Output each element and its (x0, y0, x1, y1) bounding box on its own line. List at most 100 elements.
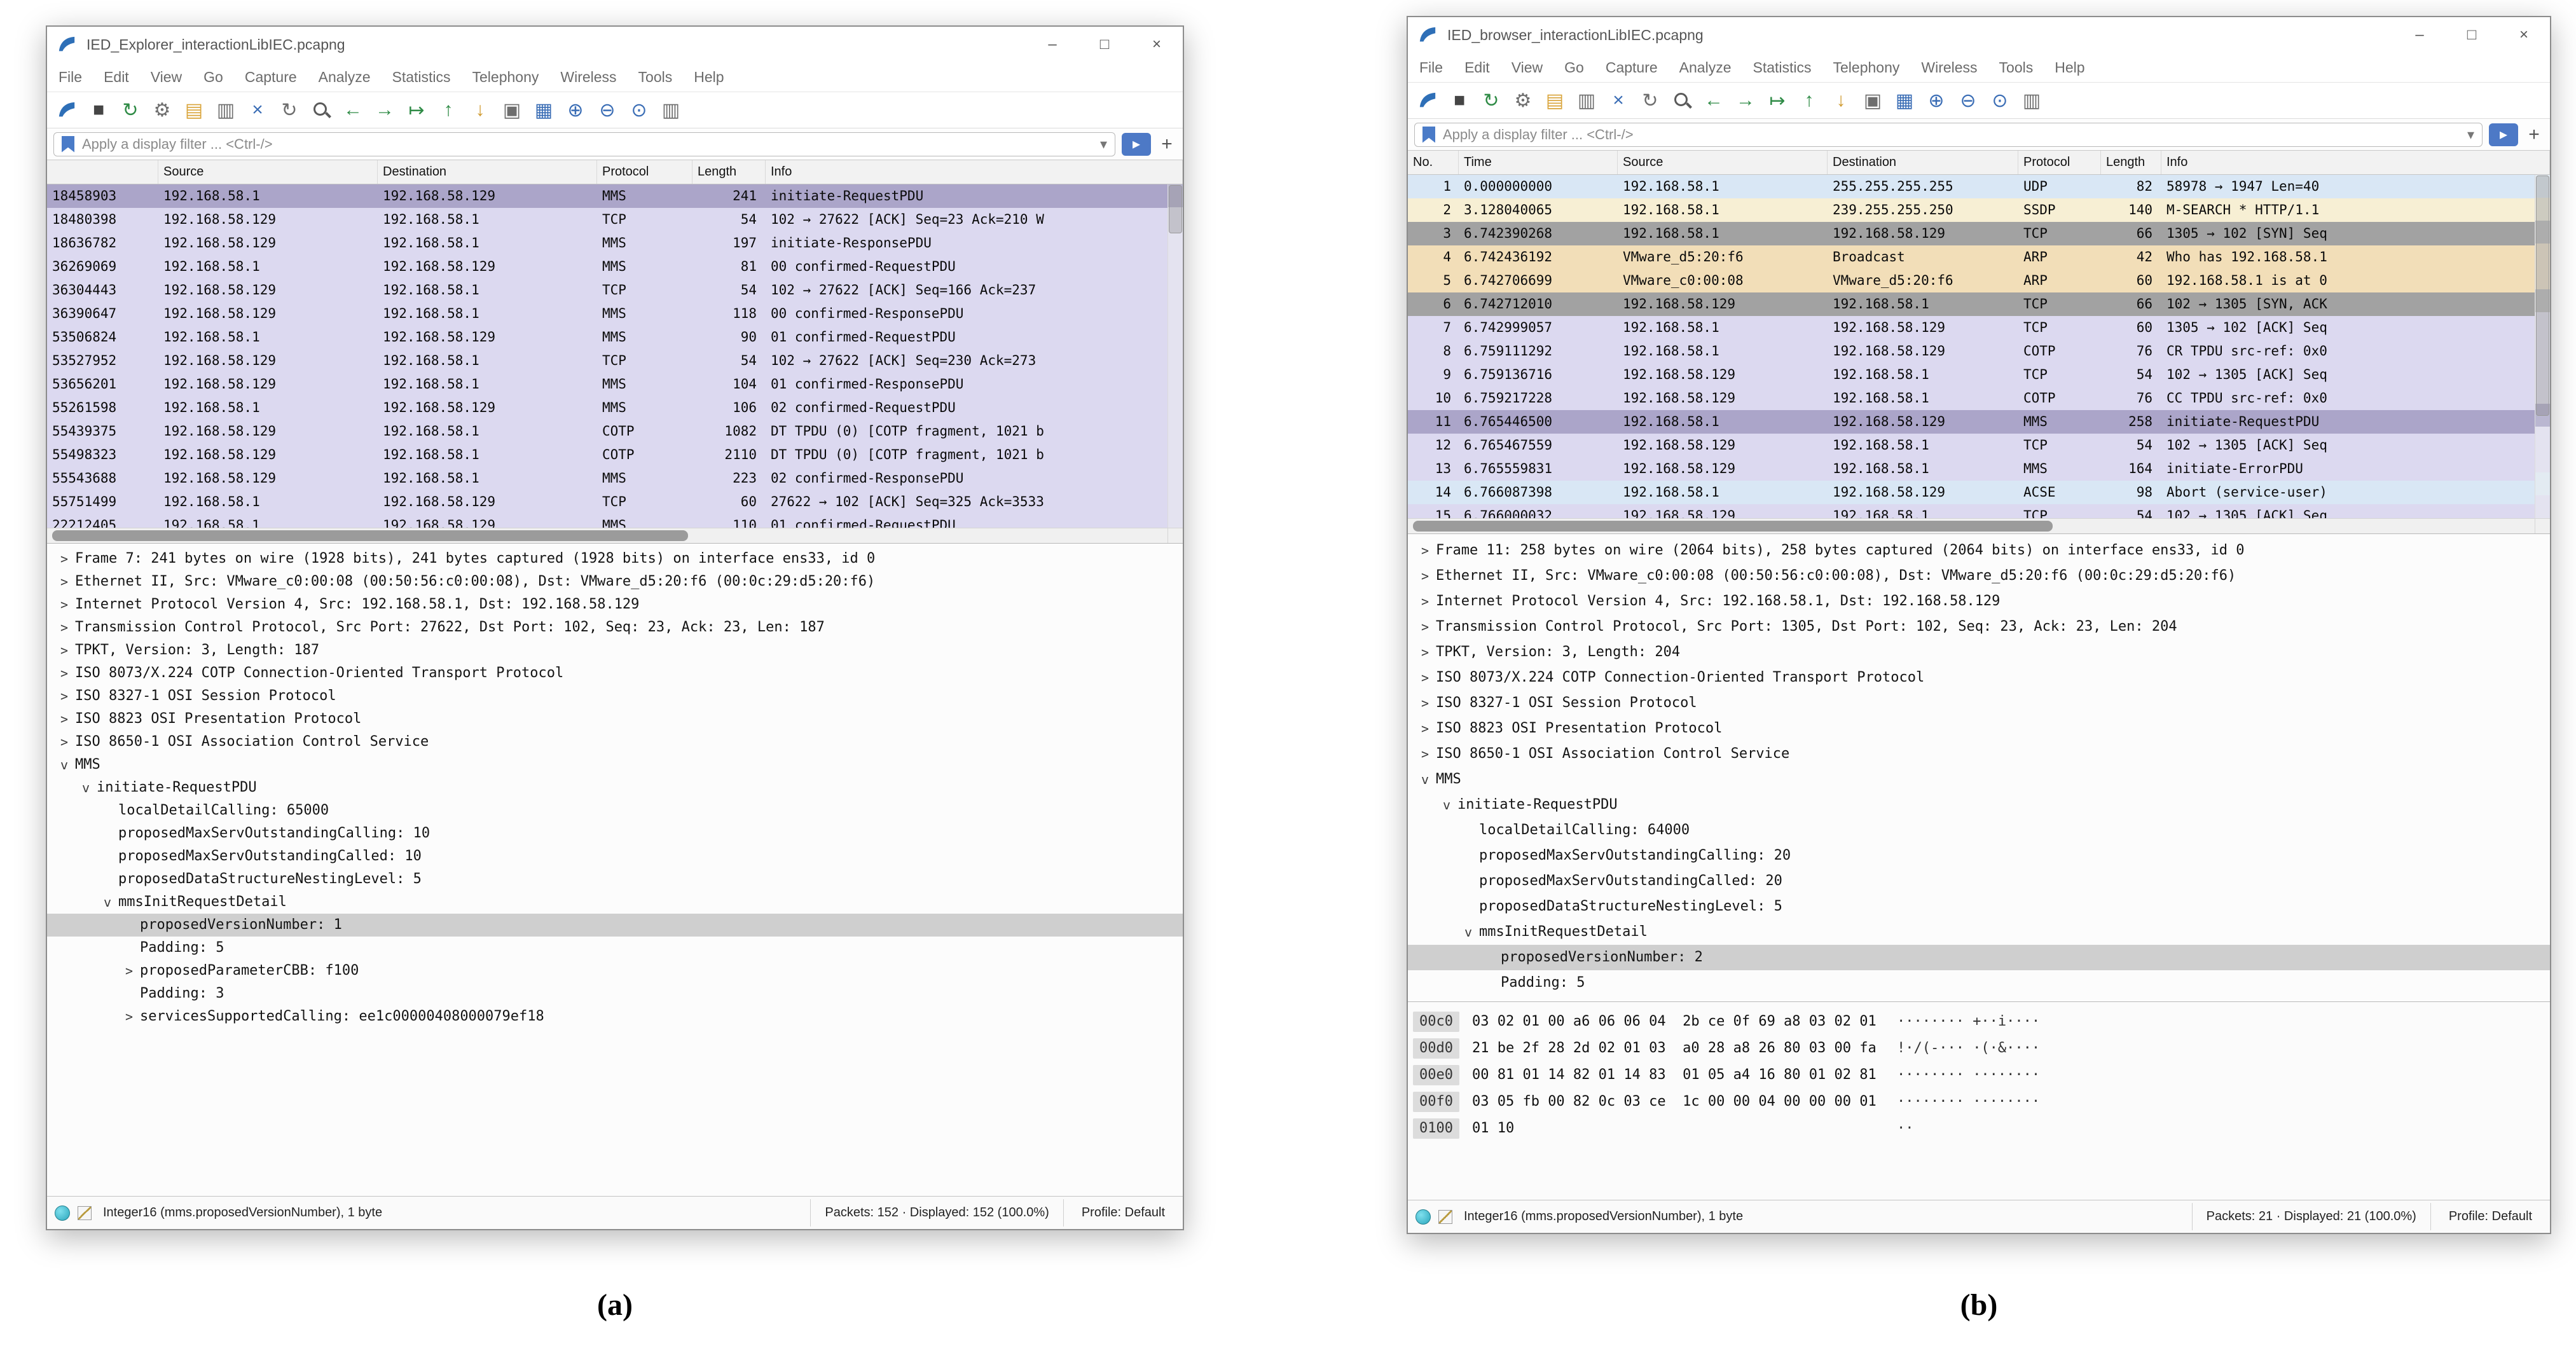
column-header-length[interactable]: Length (692, 160, 766, 184)
packet-row[interactable]: 36304443192.168.58.129192.168.58.1TCP541… (47, 278, 1167, 302)
detail-line[interactable]: Padding: 5 (1408, 970, 2550, 996)
detail-line[interactable]: proposedDataStructureNestingLevel: 5 (47, 868, 1183, 891)
detail-line[interactable]: localDetailCalling: 64000 (1408, 818, 2550, 843)
minimize-button[interactable]: – (2410, 26, 2429, 44)
menu-capture[interactable]: Capture (245, 69, 297, 86)
expand-closed-icon[interactable]: > (53, 685, 75, 708)
expand-closed-icon[interactable]: > (118, 1005, 140, 1028)
detail-line[interactable]: vmmsInitRequestDetail (1408, 919, 2550, 945)
detail-line[interactable]: >ISO 8327-1 OSI Session Protocol (47, 685, 1183, 708)
go-to-packet-icon[interactable]: ↦ (1764, 87, 1791, 114)
detail-line[interactable]: vMMS (47, 753, 1183, 776)
stop-capture-icon[interactable]: ■ (1446, 87, 1473, 114)
expand-closed-icon[interactable]: > (53, 639, 75, 662)
packet-row[interactable]: 136.765559831192.168.58.129192.168.58.1M… (1408, 457, 2535, 481)
filter-apply-button[interactable] (2489, 123, 2518, 146)
resize-columns-icon[interactable]: ▥ (658, 97, 684, 123)
column-header-time[interactable]: Time (1459, 151, 1618, 174)
vertical-scrollbar-thumb[interactable] (2536, 175, 2549, 416)
detail-line[interactable]: >Ethernet II, Src: VMware_c0:00:08 (00:5… (47, 570, 1183, 593)
detail-line[interactable]: >ISO 8073/X.224 COTP Connection-Oriented… (47, 662, 1183, 685)
save-file-icon[interactable]: ▥ (212, 97, 239, 123)
expand-closed-icon[interactable]: > (1414, 741, 1436, 767)
go-last-packet-icon[interactable]: ↓ (1828, 87, 1854, 114)
column-header-info[interactable]: Info (2161, 151, 2550, 174)
close-button[interactable]: × (2514, 26, 2533, 44)
expand-closed-icon[interactable]: > (1414, 640, 1436, 665)
reload-capture-icon[interactable]: ↻ (1637, 87, 1663, 114)
menu-wireless[interactable]: Wireless (560, 69, 616, 86)
zoom-100-icon[interactable]: ⊙ (626, 97, 652, 123)
packet-row[interactable]: 53527952192.168.58.129192.168.58.1TCP541… (47, 349, 1167, 373)
detail-line[interactable]: >Internet Protocol Version 4, Src: 192.1… (1408, 589, 2550, 614)
horizontal-scrollbar[interactable] (1408, 518, 2550, 533)
detail-line[interactable]: >Ethernet II, Src: VMware_c0:00:08 (00:5… (1408, 563, 2550, 589)
display-filter-input[interactable]: Apply a display filter ... <Ctrl-/> (1414, 123, 2483, 147)
zoom-in-icon[interactable]: ⊕ (1923, 87, 1950, 114)
start-capture-icon[interactable] (1414, 87, 1441, 114)
go-last-packet-icon[interactable]: ↓ (467, 97, 493, 123)
detail-line[interactable]: proposedMaxServOutstandingCalling: 20 (1408, 843, 2550, 869)
colorize-icon[interactable]: ▦ (530, 97, 557, 123)
capture-comment-icon[interactable] (1438, 1210, 1452, 1224)
packet-row[interactable]: 23.128040065192.168.58.1239.255.255.250S… (1408, 198, 2535, 222)
detail-line[interactable]: >Internet Protocol Version 4, Src: 192.1… (47, 593, 1183, 616)
save-file-icon[interactable]: ▥ (1573, 87, 1600, 114)
menu-view[interactable]: View (151, 69, 182, 86)
title-bar[interactable]: IED_Explorer_interactionLibIEC.pcapng –□… (47, 27, 1183, 62)
expand-open-icon[interactable]: v (1436, 792, 1457, 818)
packet-row[interactable]: 10.000000000192.168.58.1255.255.255.255U… (1408, 175, 2535, 198)
go-back-icon[interactable]: ← (340, 97, 366, 123)
menu-help[interactable]: Help (694, 69, 724, 86)
detail-line[interactable]: >ISO 8650-1 OSI Association Control Serv… (1408, 741, 2550, 767)
detail-line[interactable]: proposedVersionNumber: 2 (1408, 945, 2550, 970)
detail-line[interactable]: >Transmission Control Protocol, Src Port… (1408, 614, 2550, 640)
packet-row[interactable]: 66.742712010192.168.58.129192.168.58.1TC… (1408, 292, 2535, 316)
expand-closed-icon[interactable]: > (53, 662, 75, 685)
detail-line[interactable]: >Transmission Control Protocol, Src Port… (47, 616, 1183, 639)
menu-tools[interactable]: Tools (638, 69, 673, 86)
detail-line[interactable]: >proposedParameterCBB: f100 (47, 959, 1183, 982)
hex-row[interactable]: 00c003 02 01 00 a6 06 06 04 2b ce 0f 69 … (1408, 1008, 2550, 1035)
expand-closed-icon[interactable]: > (53, 616, 75, 639)
column-header-length[interactable]: Length (2101, 151, 2161, 174)
expand-closed-icon[interactable]: > (1414, 716, 1436, 741)
menu-edit[interactable]: Edit (1464, 59, 1490, 76)
packet-row[interactable]: 36390647192.168.58.129192.168.58.1MMS118… (47, 302, 1167, 326)
expert-info-icon[interactable] (1415, 1209, 1431, 1225)
filter-bookmark-icon[interactable] (1422, 127, 1435, 143)
restart-capture-icon[interactable]: ↻ (117, 97, 144, 123)
filter-apply-button[interactable] (1122, 133, 1151, 156)
packet-row[interactable]: 55543688192.168.58.129192.168.58.1MMS223… (47, 467, 1167, 490)
minimize-button[interactable]: – (1043, 36, 1062, 53)
packet-row[interactable]: 55498323192.168.58.129192.168.58.1COTP21… (47, 443, 1167, 467)
hex-row[interactable]: 010001 10·· (1408, 1115, 2550, 1142)
detail-line[interactable]: >ISO 8650-1 OSI Association Control Serv… (47, 731, 1183, 753)
zoom-100-icon[interactable]: ⊙ (1987, 87, 2013, 114)
expand-closed-icon[interactable]: > (53, 570, 75, 593)
horizontal-scrollbar-thumb[interactable] (1413, 521, 2053, 532)
detail-line[interactable]: >ISO 8823 OSI Presentation Protocol (1408, 716, 2550, 741)
reload-capture-icon[interactable]: ↻ (276, 97, 303, 123)
packet-row[interactable]: 116.765446500192.168.58.1192.168.58.129M… (1408, 410, 2535, 434)
go-forward-icon[interactable]: → (1732, 87, 1759, 114)
expand-closed-icon[interactable]: > (53, 731, 75, 753)
packet-row[interactable]: 86.759111292192.168.58.1192.168.58.129CO… (1408, 340, 2535, 363)
filter-add-button[interactable]: + (1157, 134, 1176, 155)
vertical-scrollbar[interactable] (2535, 175, 2550, 518)
go-first-packet-icon[interactable]: ↑ (1796, 87, 1822, 114)
resize-columns-icon[interactable]: ▥ (2018, 87, 2045, 114)
status-profile[interactable]: Profile: Default (1071, 1199, 1175, 1226)
packet-row[interactable]: 53506824192.168.58.1192.168.58.129MMS900… (47, 326, 1167, 349)
menu-go[interactable]: Go (1564, 59, 1584, 76)
maximize-button[interactable]: □ (2462, 26, 2481, 44)
packet-row[interactable]: 18636782192.168.58.129192.168.58.1MMS197… (47, 231, 1167, 255)
start-capture-icon[interactable] (53, 97, 80, 123)
menu-analyze[interactable]: Analyze (319, 69, 371, 86)
detail-line[interactable]: vMMS (1408, 767, 2550, 792)
detail-line[interactable]: proposedMaxServOutstandingCalled: 10 (47, 845, 1183, 868)
colorize-icon[interactable]: ▦ (1891, 87, 1918, 114)
expert-info-icon[interactable] (55, 1205, 70, 1221)
detail-line[interactable]: >ISO 8823 OSI Presentation Protocol (47, 708, 1183, 731)
column-header-protocol[interactable]: Protocol (2018, 151, 2101, 174)
